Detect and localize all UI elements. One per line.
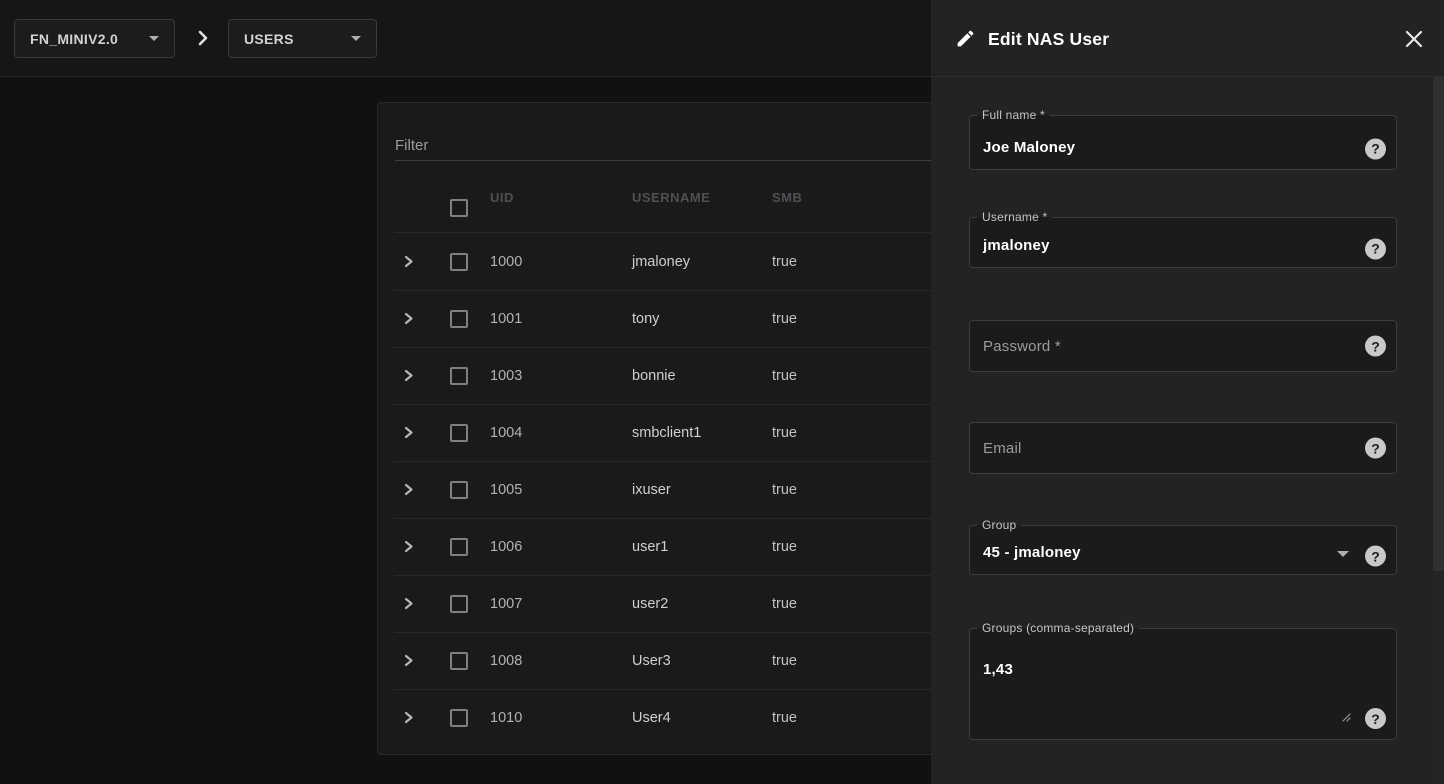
password-label: Password * xyxy=(983,338,1061,355)
full-name-label: Full name * xyxy=(977,108,1050,122)
row-checkbox[interactable] xyxy=(450,424,468,442)
cell-smb: true xyxy=(772,311,797,327)
row-checkbox[interactable] xyxy=(450,367,468,385)
expand-row-icon[interactable] xyxy=(400,482,416,498)
cell-username: jmaloney xyxy=(632,254,690,270)
help-icon[interactable]: ? xyxy=(1365,438,1386,459)
cell-smb: true xyxy=(772,254,797,270)
cell-uid: 1007 xyxy=(490,596,522,612)
system-dropdown-button[interactable]: FN_MINIV2.0 xyxy=(14,19,175,58)
panel-scrollbar-track[interactable] xyxy=(1433,77,1444,784)
row-checkbox[interactable] xyxy=(450,481,468,499)
resize-handle-icon[interactable] xyxy=(1340,709,1351,727)
edit-nas-user-panel: Edit NAS User Full name * Joe Maloney ? … xyxy=(931,0,1444,784)
cell-smb: true xyxy=(772,539,797,555)
section-dropdown-label: USERS xyxy=(244,31,294,47)
cell-username: bonnie xyxy=(632,368,676,384)
app-window: FN_MINIV2.0 USERS UID USERNAME SMB xyxy=(0,0,1444,784)
panel-header: Edit NAS User xyxy=(931,0,1444,77)
expand-row-icon[interactable] xyxy=(400,710,416,726)
row-checkbox[interactable] xyxy=(450,310,468,328)
cell-smb: true xyxy=(772,653,797,669)
cell-uid: 1008 xyxy=(490,653,522,669)
help-icon[interactable]: ? xyxy=(1365,138,1386,159)
help-icon[interactable]: ? xyxy=(1365,708,1386,729)
chevron-down-icon xyxy=(351,36,361,41)
cell-username: smbclient1 xyxy=(632,425,701,441)
expand-row-icon[interactable] xyxy=(400,425,416,441)
expand-row-icon[interactable] xyxy=(400,653,416,669)
cell-username: ixuser xyxy=(632,482,671,498)
expand-row-icon[interactable] xyxy=(400,311,416,327)
cell-uid: 1005 xyxy=(490,482,522,498)
username-field[interactable]: Username * jmaloney ? xyxy=(969,210,1397,268)
email-label: Email xyxy=(983,440,1022,457)
expand-row-icon[interactable] xyxy=(400,254,416,270)
cell-username: user2 xyxy=(632,596,668,612)
row-checkbox[interactable] xyxy=(450,709,468,727)
filter-input[interactable] xyxy=(395,131,955,161)
column-header-smb[interactable]: SMB xyxy=(772,190,802,205)
cell-smb: true xyxy=(772,710,797,726)
username-value[interactable]: jmaloney xyxy=(983,237,1050,254)
group-value[interactable]: 45 - jmaloney xyxy=(983,544,1081,561)
section-dropdown-button[interactable]: USERS xyxy=(228,19,377,58)
cell-username: User3 xyxy=(632,653,671,669)
chevron-down-icon xyxy=(149,36,159,41)
groups-label: Groups (comma-separated) xyxy=(977,621,1139,635)
help-icon[interactable]: ? xyxy=(1365,546,1386,567)
panel-scrollbar-thumb[interactable] xyxy=(1433,77,1444,571)
system-dropdown-label: FN_MINIV2.0 xyxy=(30,31,118,47)
cell-uid: 1006 xyxy=(490,539,522,555)
groups-value[interactable]: 1,43 xyxy=(983,661,1013,678)
cell-username: tony xyxy=(632,311,659,327)
group-select-field[interactable]: Group 45 - jmaloney ? xyxy=(969,518,1397,575)
row-checkbox[interactable] xyxy=(450,538,468,556)
breadcrumb-separator-icon xyxy=(195,28,211,53)
cell-uid: 1001 xyxy=(490,311,522,327)
full-name-field[interactable]: Full name * Joe Maloney ? xyxy=(969,108,1397,170)
cell-uid: 1003 xyxy=(490,368,522,384)
column-header-uid[interactable]: UID xyxy=(490,190,514,205)
cell-uid: 1004 xyxy=(490,425,522,441)
row-checkbox[interactable] xyxy=(450,253,468,271)
help-icon[interactable]: ? xyxy=(1365,336,1386,357)
column-header-username[interactable]: USERNAME xyxy=(632,190,710,205)
cell-username: User4 xyxy=(632,710,671,726)
email-field[interactable]: Email ? xyxy=(969,422,1397,474)
help-icon[interactable]: ? xyxy=(1365,238,1386,259)
cell-smb: true xyxy=(772,425,797,441)
group-label: Group xyxy=(977,518,1021,532)
cell-smb: true xyxy=(772,368,797,384)
close-icon[interactable] xyxy=(1403,28,1425,50)
cell-smb: true xyxy=(772,482,797,498)
password-field[interactable]: Password * ? xyxy=(969,320,1397,372)
cell-smb: true xyxy=(772,596,797,612)
row-checkbox[interactable] xyxy=(450,652,468,670)
full-name-value[interactable]: Joe Maloney xyxy=(983,139,1075,156)
panel-title: Edit NAS User xyxy=(988,29,1109,50)
groups-textarea-field[interactable]: Groups (comma-separated) 1,43 ? xyxy=(969,621,1397,740)
cell-uid: 1010 xyxy=(490,710,522,726)
cell-username: user1 xyxy=(632,539,668,555)
expand-row-icon[interactable] xyxy=(400,368,416,384)
edit-pencil-icon xyxy=(955,28,976,54)
select-all-checkbox[interactable] xyxy=(450,199,468,217)
chevron-down-icon[interactable] xyxy=(1337,551,1349,557)
username-label: Username * xyxy=(977,210,1052,224)
cell-uid: 1000 xyxy=(490,254,522,270)
expand-row-icon[interactable] xyxy=(400,539,416,555)
expand-row-icon[interactable] xyxy=(400,596,416,612)
row-checkbox[interactable] xyxy=(450,595,468,613)
